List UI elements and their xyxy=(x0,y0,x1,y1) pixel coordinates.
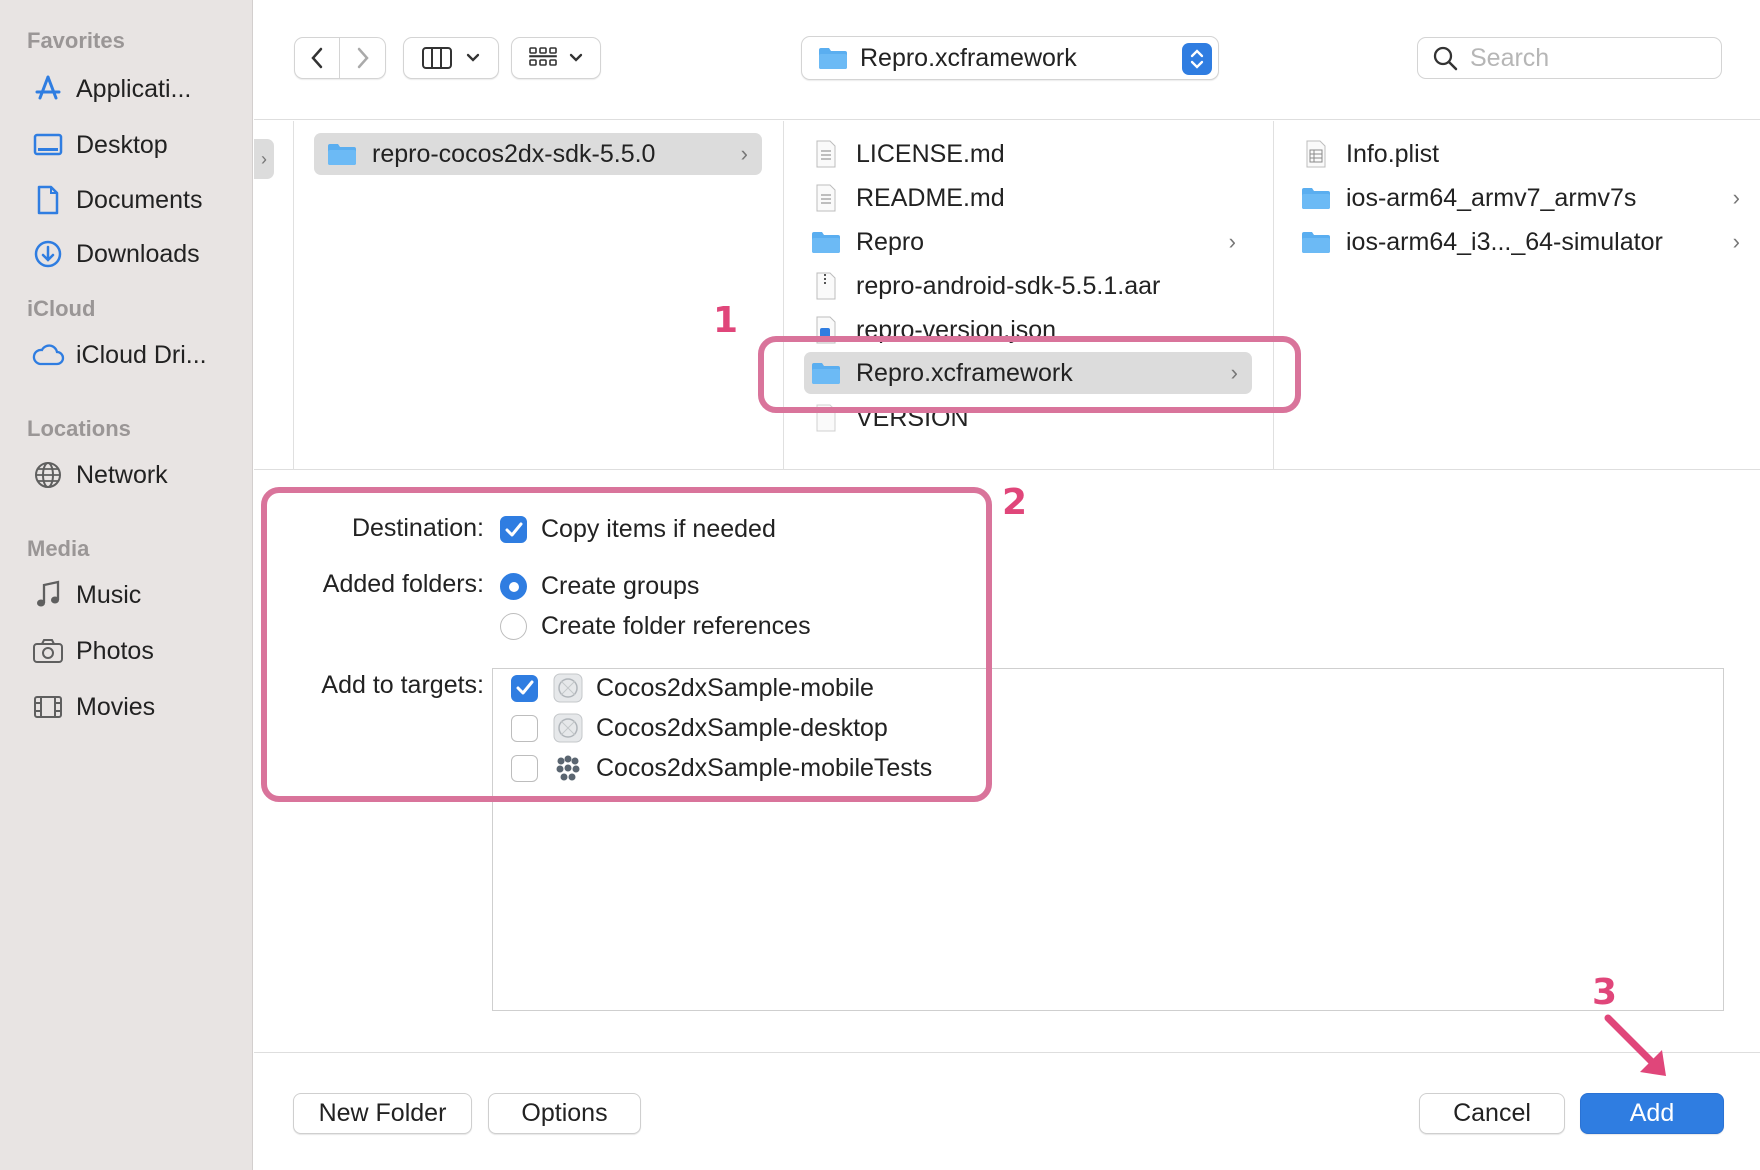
sidebar-item-label: Downloads xyxy=(76,239,200,268)
search-field[interactable] xyxy=(1417,37,1722,79)
divider xyxy=(254,1052,1760,1053)
search-input[interactable] xyxy=(1470,43,1710,73)
list-item-label: repro-android-sdk-5.5.1.aar xyxy=(856,271,1161,300)
annotation-highlight-1 xyxy=(758,336,1301,413)
chevron-right-icon: › xyxy=(1732,229,1740,254)
new-folder-button[interactable]: New Folder xyxy=(293,1093,472,1134)
list-item[interactable]: ios-arm64_i3..._64-simulator › xyxy=(1300,221,1740,263)
text-file-icon xyxy=(810,184,842,212)
text-file-icon xyxy=(810,140,842,168)
forward-button[interactable] xyxy=(340,38,385,78)
column-browser: › repro-cocos2dx-sdk-5.5.0 › LICENSE.md … xyxy=(254,121,1760,470)
sidebar-item-label: Applicati... xyxy=(76,74,192,103)
group-button[interactable] xyxy=(511,37,601,79)
list-item[interactable]: Info.plist xyxy=(1300,133,1740,175)
annotation-number-1: 1 xyxy=(713,300,739,341)
grid-icon xyxy=(529,47,557,66)
sidebar-item-icloud-drive[interactable]: iCloud Dri... xyxy=(30,333,245,377)
list-item-label: Repro xyxy=(856,227,925,256)
sidebar-item-label: Documents xyxy=(76,185,203,214)
chevron-right-icon: › xyxy=(1228,229,1236,254)
sidebar-section-locations: Locations xyxy=(27,416,131,441)
film-icon xyxy=(30,691,66,723)
updown-chevron-icon xyxy=(1182,43,1212,75)
archive-file-icon xyxy=(810,272,842,300)
folder-icon xyxy=(819,48,847,69)
desktop-icon xyxy=(30,129,66,161)
folder-icon xyxy=(810,228,842,256)
downloads-icon xyxy=(30,238,66,270)
path-popup-label: Repro.xcframework xyxy=(860,43,1077,72)
sidebar-section-favorites: Favorites xyxy=(27,28,125,53)
list-item-label: LICENSE.md xyxy=(856,139,1005,168)
plist-file-icon xyxy=(1300,140,1332,168)
list-item[interactable]: ios-arm64_armv7_armv7s › xyxy=(1300,177,1740,219)
columns-view-icon xyxy=(422,47,452,69)
sidebar-item-label: Photos xyxy=(76,636,154,665)
sidebar-item-label: Network xyxy=(76,460,168,489)
sidebar-item-documents[interactable]: Documents xyxy=(30,178,245,222)
view-mode-button[interactable] xyxy=(403,37,499,79)
sidebar-item-desktop[interactable]: Desktop xyxy=(30,123,245,167)
folder-icon xyxy=(1300,184,1332,212)
list-item[interactable]: Repro › xyxy=(810,221,1250,263)
list-item-label: repro-cocos2dx-sdk-5.5.0 xyxy=(372,139,656,168)
toolbar: Repro.xcframework xyxy=(254,0,1760,120)
sidebar-section-icloud: iCloud xyxy=(27,296,96,321)
previous-column-stub[interactable]: › xyxy=(254,139,274,179)
options-button[interactable]: Options xyxy=(488,1093,641,1134)
sidebar-item-applications[interactable]: Applicati... xyxy=(30,67,245,111)
annotation-number-3: 3 xyxy=(1592,972,1618,1013)
chevron-left-icon xyxy=(311,47,323,69)
list-item[interactable]: repro-cocos2dx-sdk-5.5.0 › xyxy=(314,133,762,175)
list-item[interactable]: repro-android-sdk-5.5.1.aar xyxy=(810,265,1250,307)
folder-icon xyxy=(326,140,358,168)
path-popup[interactable]: Repro.xcframework xyxy=(801,36,1219,80)
sidebar-item-music[interactable]: Music xyxy=(30,573,245,617)
sidebar-item-downloads[interactable]: Downloads xyxy=(30,232,245,276)
applications-icon xyxy=(30,73,66,105)
nav-buttons xyxy=(294,37,386,79)
chevron-right-icon: › xyxy=(740,141,748,166)
chevron-right-icon: › xyxy=(1732,185,1740,210)
sidebar-item-movies[interactable]: Movies xyxy=(30,685,245,729)
list-item-label: ios-arm64_i3..._64-simulator xyxy=(1346,227,1663,256)
list-item-label: ios-arm64_armv7_armv7s xyxy=(1346,183,1637,212)
sidebar-item-photos[interactable]: Photos xyxy=(30,629,245,673)
annotation-number-2: 2 xyxy=(1002,482,1028,523)
globe-icon xyxy=(30,459,66,491)
cancel-button[interactable]: Cancel xyxy=(1419,1093,1565,1134)
sidebar-section-media: Media xyxy=(27,536,90,561)
chevron-down-icon xyxy=(466,53,480,62)
list-item-label: README.md xyxy=(856,183,1005,212)
sidebar-item-label: Music xyxy=(76,580,142,609)
sidebar: Favorites Applicati... Desktop Documents… xyxy=(0,0,253,1170)
cloud-icon xyxy=(30,339,66,371)
annotation-highlight-2 xyxy=(261,487,992,802)
sidebar-item-label: iCloud Dri... xyxy=(76,340,207,369)
chevron-right-icon xyxy=(357,47,369,69)
document-icon xyxy=(30,184,66,216)
sidebar-item-network[interactable]: Network xyxy=(30,453,245,497)
camera-icon xyxy=(30,635,66,667)
sidebar-item-label: Desktop xyxy=(76,130,168,159)
list-item[interactable]: LICENSE.md xyxy=(810,133,1250,175)
list-item-label: Info.plist xyxy=(1346,139,1440,168)
add-button[interactable]: Add xyxy=(1580,1093,1724,1134)
search-icon xyxy=(1433,46,1458,71)
back-button[interactable] xyxy=(295,38,341,78)
list-item[interactable]: README.md xyxy=(810,177,1250,219)
folder-icon xyxy=(1300,228,1332,256)
sidebar-item-label: Movies xyxy=(76,692,156,721)
annotation-arrow-icon xyxy=(1604,1014,1666,1076)
chevron-down-icon xyxy=(569,53,583,62)
music-note-icon xyxy=(30,579,66,611)
